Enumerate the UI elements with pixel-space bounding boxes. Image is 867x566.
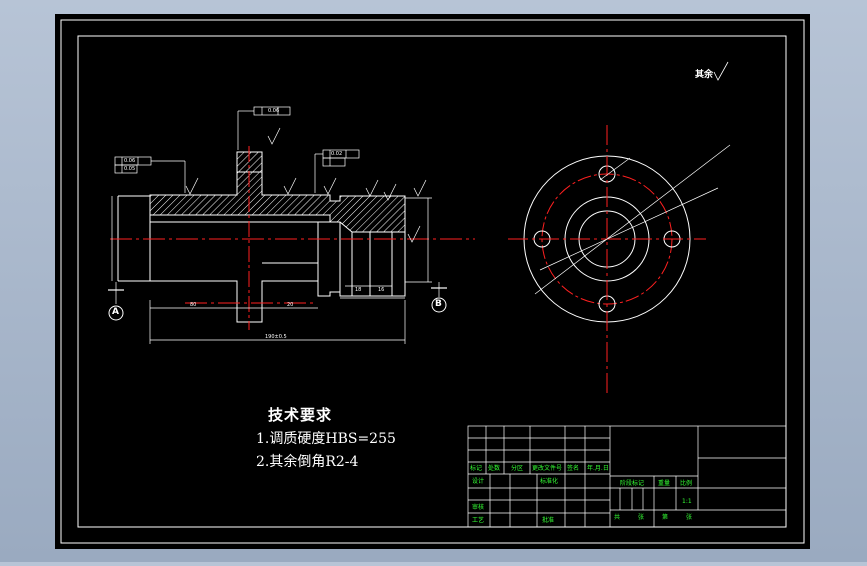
datum-a-label: A: [112, 307, 119, 317]
dim-c-label: 18: [355, 287, 362, 293]
tb-approve: 批准: [542, 517, 555, 524]
dim-d-label: 16: [378, 287, 385, 293]
dim-overall-label: 190±0.5: [265, 334, 287, 340]
tb-standardize: 标准化: [540, 478, 559, 485]
fcf-right-value: 0.02: [331, 151, 343, 157]
tb-design: 设计: [472, 478, 485, 485]
fcf-left-value-2: 0.05: [124, 166, 136, 172]
tb-stage-mark: 阶段标记: [620, 480, 645, 487]
tb-process: 工艺: [472, 517, 485, 524]
tb-doc-no: 更改文件号: [532, 465, 563, 472]
tb-mark: 标记: [470, 465, 483, 472]
dim-a-label: 80: [190, 302, 197, 308]
fcf-top-value: 0.06: [268, 108, 280, 114]
cad-drawing: [55, 14, 810, 549]
tb-date: 年.月.日: [587, 465, 609, 472]
roughness-other-label: 其余: [695, 70, 714, 80]
drawing-viewport: 技术要求 1.调质硬度HBS=255 2.其余倒角R2-4 其余 A B 0.0…: [0, 0, 867, 562]
dim-b-label: 20: [287, 302, 294, 308]
tech-requirement-1: 1.调质硬度HBS=255: [256, 431, 396, 447]
tech-requirements-title: 技术要求: [268, 406, 333, 424]
tb-sheet-no: 第: [662, 514, 669, 521]
tb-sheets-unit: 张: [638, 514, 645, 521]
tb-count: 处数: [488, 465, 501, 472]
tb-review: 审核: [472, 504, 485, 511]
tech-requirement-2: 2.其余倒角R2-4: [256, 454, 359, 470]
tb-sheet-unit: 张: [686, 514, 693, 521]
fcf-left-value: 0.06: [124, 158, 136, 164]
tb-sign: 签名: [567, 465, 580, 472]
tb-scale-value: 1:1: [682, 498, 692, 505]
datum-b-label: B: [435, 299, 442, 309]
tb-weight: 重量: [658, 480, 671, 487]
tb-zone: 分区: [511, 465, 524, 472]
tb-sheets-total: 共: [614, 514, 621, 521]
tb-scale: 比例: [680, 480, 693, 487]
